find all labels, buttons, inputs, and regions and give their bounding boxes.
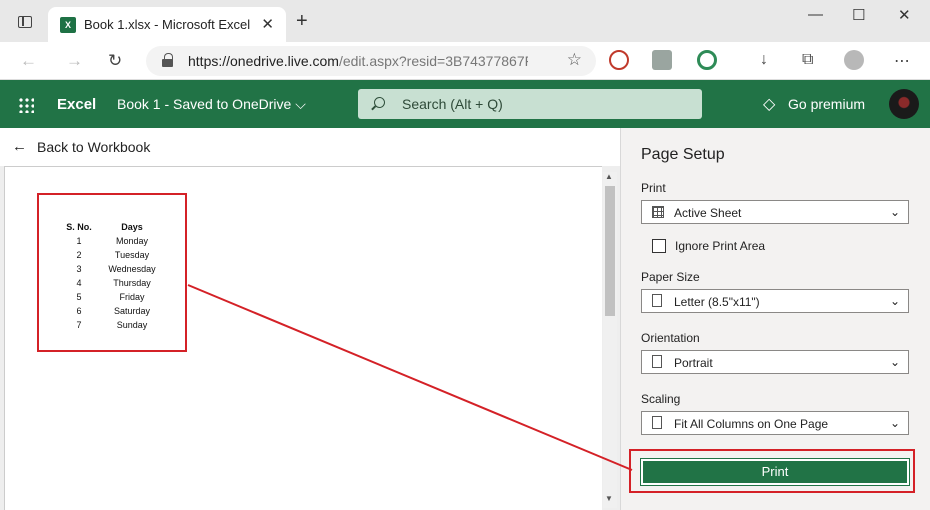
- address-bar[interactable]: https://onedrive.live.com/edit.aspx?resi…: [146, 46, 596, 76]
- forward-nav-icon[interactable]: →: [66, 51, 83, 71]
- orientation-value: Portrait: [674, 356, 713, 370]
- scroll-up-icon[interactable]: ▲: [605, 172, 613, 181]
- back-arrow-icon: ←: [12, 138, 27, 155]
- ignore-print-area-label[interactable]: Ignore Print Area: [675, 239, 765, 253]
- browser-tab-strip: X Book 1.xlsx - Microsoft Excel Onl ✕ + …: [0, 0, 930, 42]
- diamond-icon: ◇: [763, 96, 776, 113]
- url-text[interactable]: https://onedrive.live.com/edit.aspx?resi…: [188, 53, 528, 69]
- ignore-print-area-checkbox[interactable]: [652, 239, 666, 253]
- document-name[interactable]: Book 1 - Saved to OneDrive ⌵: [117, 96, 306, 113]
- page-icon: [652, 294, 662, 307]
- scaling-label: Scaling: [641, 392, 681, 406]
- fit-columns-icon: [652, 416, 662, 429]
- table-highlight-box: [37, 193, 187, 352]
- refresh-icon[interactable]: ↻: [108, 51, 122, 71]
- preview-scrollbar[interactable]: ▲ ▼: [603, 172, 617, 508]
- print-label: Print: [641, 181, 666, 195]
- chevron-down-icon: ⌄: [889, 355, 900, 369]
- excel-header-bar: Excel Book 1 - Saved to OneDrive ⌵ Searc…: [0, 80, 930, 128]
- downloads-icon[interactable]: ↓: [760, 51, 768, 69]
- new-tab-button[interactable]: +: [296, 10, 308, 33]
- search-box[interactable]: Search (Alt + Q): [358, 89, 702, 119]
- avatar[interactable]: [889, 89, 919, 119]
- scaling-value: Fit All Columns on One Page: [674, 417, 829, 431]
- lock-icon: [162, 53, 173, 67]
- sheet-grid-icon: [652, 206, 664, 218]
- search-icon: [374, 97, 385, 108]
- back-nav-icon[interactable]: ←: [20, 51, 37, 71]
- paper-size-dropdown[interactable]: Letter (8.5"x11") ⌄: [641, 289, 909, 313]
- go-premium-link[interactable]: Go premium: [788, 96, 865, 112]
- browser-tab[interactable]: X Book 1.xlsx - Microsoft Excel Onl ✕: [48, 7, 286, 42]
- paper-size-label: Paper Size: [641, 270, 700, 284]
- back-label: Back to Workbook: [37, 139, 151, 155]
- print-scope-dropdown[interactable]: Active Sheet ⌄: [641, 200, 909, 224]
- chevron-down-icon: ⌄: [889, 416, 900, 430]
- minimize-button[interactable]: —: [808, 6, 823, 23]
- print-scope-value: Active Sheet: [674, 206, 742, 220]
- portrait-page-icon: [652, 355, 662, 368]
- extension-icon-3[interactable]: [697, 50, 717, 70]
- extension-icon-2[interactable]: [652, 50, 672, 70]
- orientation-dropdown[interactable]: Portrait ⌄: [641, 350, 909, 374]
- extension-icon-1[interactable]: [609, 50, 629, 70]
- scaling-dropdown[interactable]: Fit All Columns on One Page ⌄: [641, 411, 909, 435]
- app-name[interactable]: Excel: [57, 96, 96, 113]
- address-bar-row: ← → ↻ https://onedrive.live.com/edit.asp…: [0, 42, 930, 80]
- window-menu-icon[interactable]: [18, 16, 32, 28]
- scroll-thumb[interactable]: [605, 186, 615, 316]
- close-window-button[interactable]: ✕: [898, 6, 911, 24]
- tab-title: Book 1.xlsx - Microsoft Excel Onl: [84, 17, 254, 32]
- maximize-button[interactable]: ☐: [852, 6, 865, 24]
- paper-size-value: Letter (8.5"x11"): [674, 295, 760, 309]
- page-setup-title: Page Setup: [641, 146, 725, 163]
- print-button-highlight-box: [629, 449, 915, 493]
- orientation-label: Orientation: [641, 331, 700, 345]
- chevron-down-icon: ⌄: [889, 205, 900, 219]
- close-tab-icon[interactable]: ✕: [261, 15, 274, 33]
- more-menu-icon[interactable]: ⋯: [894, 51, 910, 71]
- profile-icon[interactable]: [844, 50, 864, 70]
- app-launcher-icon[interactable]: [18, 97, 34, 113]
- collections-icon[interactable]: ⧉: [802, 51, 813, 69]
- search-placeholder: Search (Alt + Q): [402, 96, 503, 112]
- chevron-down-icon: ⌄: [889, 294, 900, 308]
- favorite-star-icon[interactable]: ☆: [567, 50, 582, 70]
- scroll-down-icon[interactable]: ▼: [605, 494, 613, 503]
- excel-file-icon: X: [60, 17, 76, 33]
- back-to-workbook-link[interactable]: ← Back to Workbook: [0, 128, 620, 166]
